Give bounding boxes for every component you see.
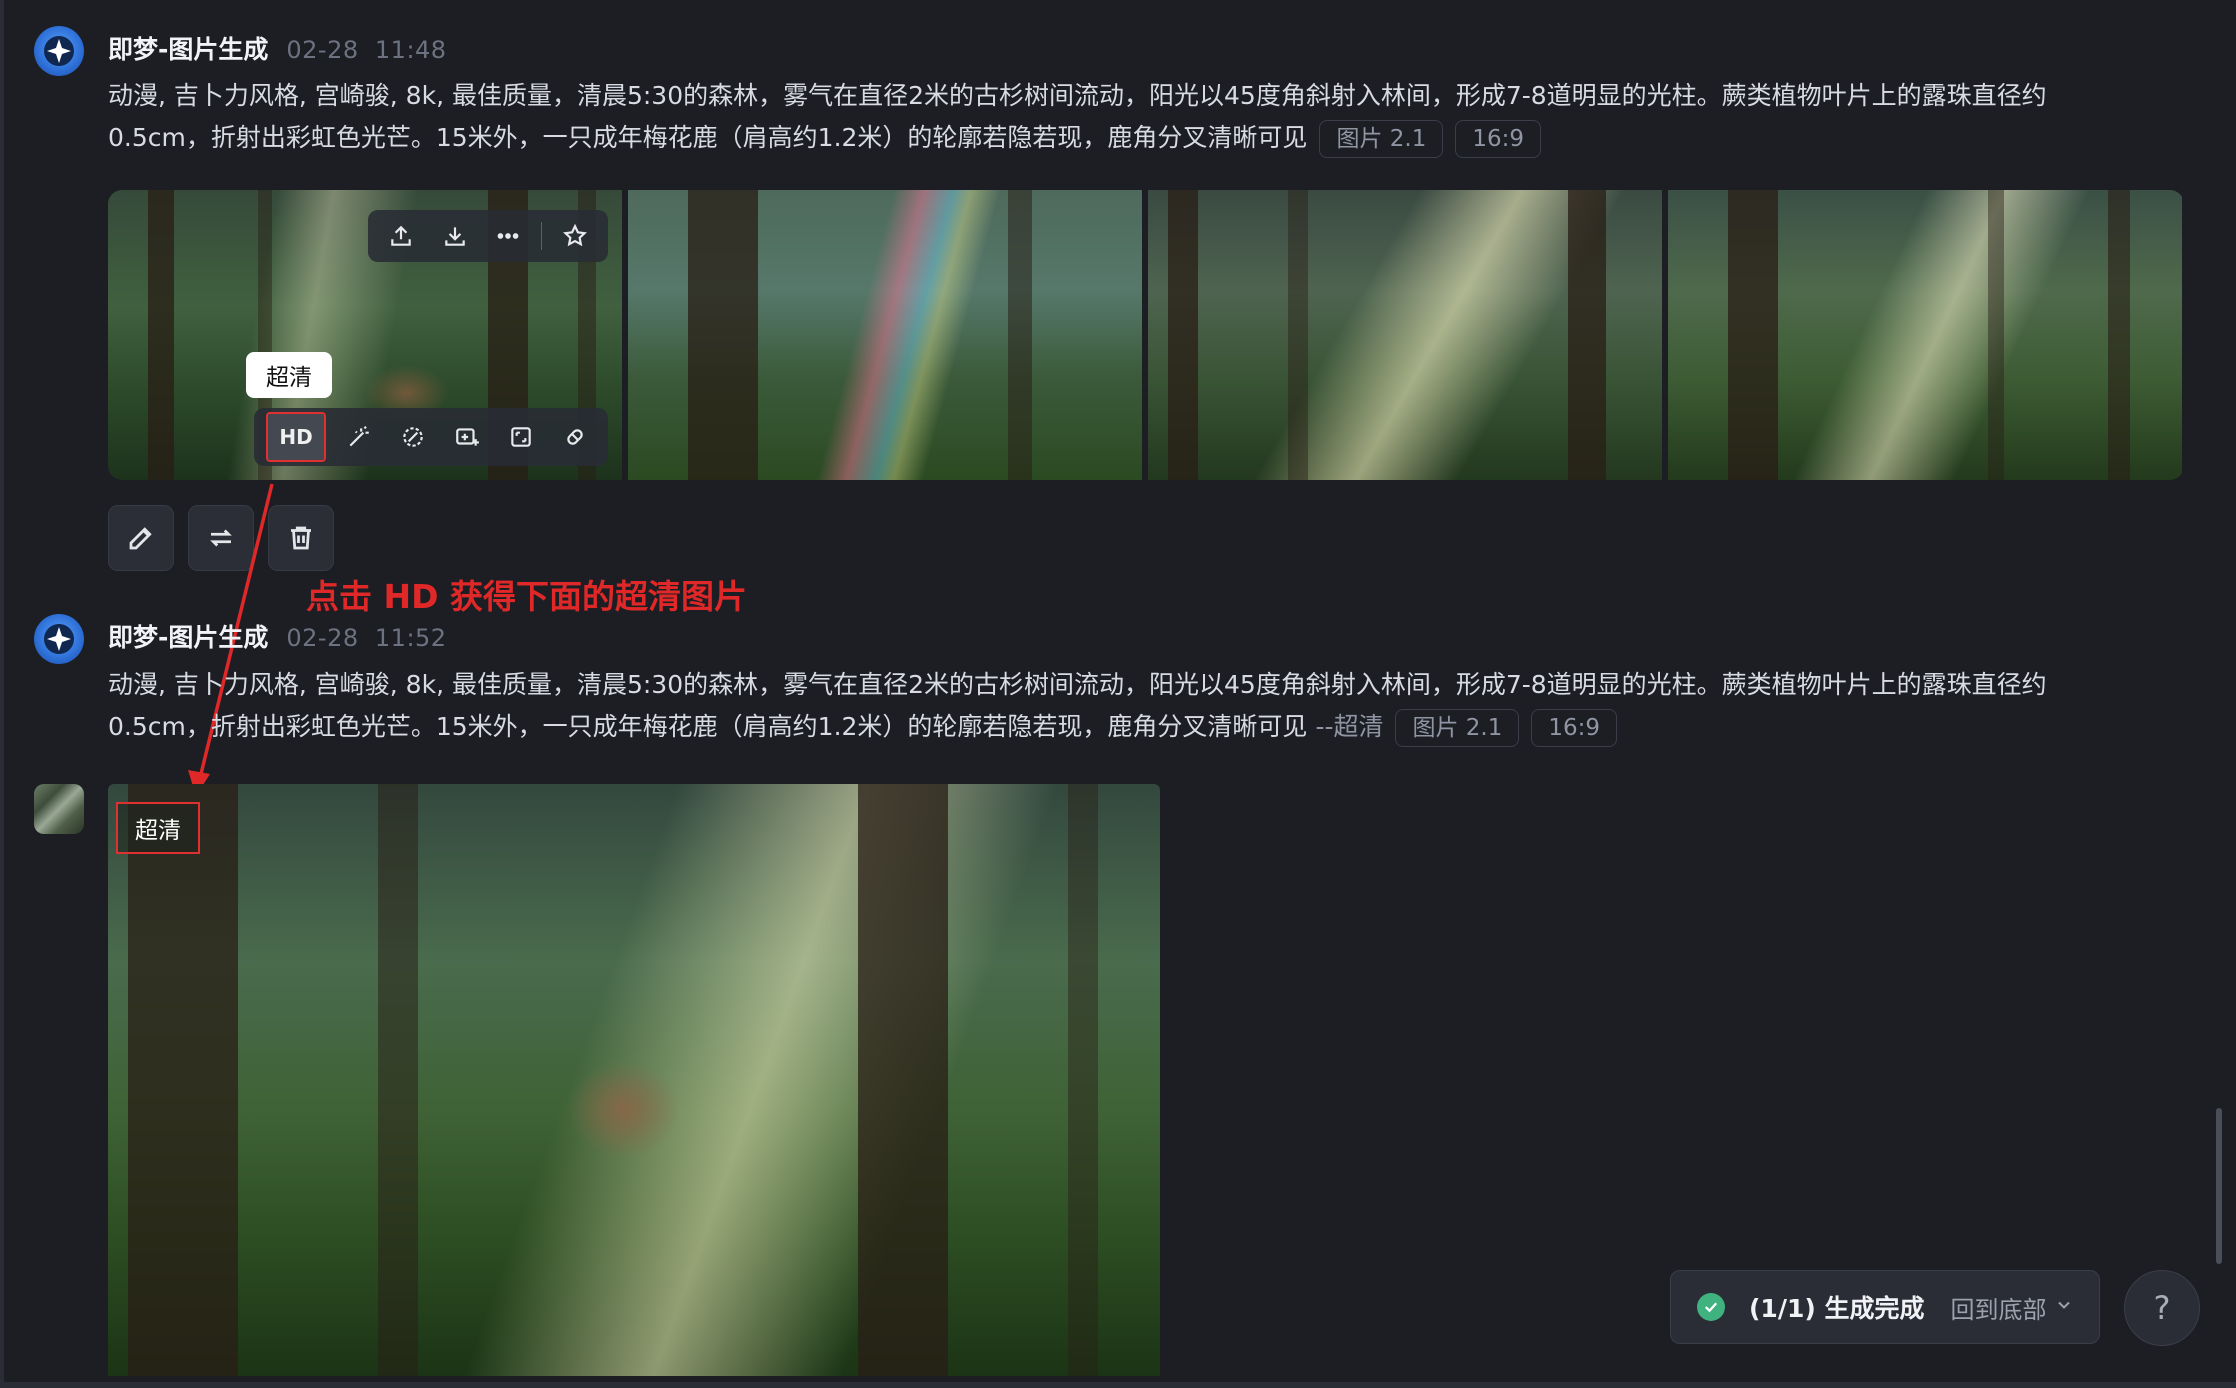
annotation-text: 点击 HD 获得下面的超清图片 [306,577,747,616]
generation-status-bar: (1/1) 生成完成 回到底部 [1670,1270,2100,1344]
status-text: (1/1) 生成完成 [1749,1294,1925,1323]
message-date: 02-28 [286,624,359,652]
prompt-suffix: --超清 [1315,712,1384,741]
message-timestamp: 02-28 11:52 [286,624,446,652]
back-to-bottom-link[interactable]: 回到底部 [1950,1290,2046,1325]
ratio-chip[interactable]: 16:9 [1531,709,1618,747]
prompt-body: 动漫, 吉卜力风格, 宫崎骏, 8k, 最佳质量，清晨5:30的森林，雾气在直径… [108,670,2047,741]
image-thumbnail-avatar [34,784,84,834]
chevron-down-icon[interactable] [2054,1295,2074,1319]
help-button[interactable]: ? [2124,1270,2200,1346]
scrollbar[interactable] [2216,1108,2222,1264]
sparkle-icon [44,624,74,654]
bot-avatar [34,614,84,664]
check-icon [1697,1293,1725,1321]
prompt-text: 动漫, 吉卜力风格, 宫崎骏, 8k, 最佳质量，清晨5:30的森林，雾气在直径… [108,664,2128,748]
hd-label: 超清 [116,802,200,854]
message-header: 即梦-图片生成 02-28 11:52 [108,618,447,654]
hd-result-image[interactable] [108,784,1160,1376]
message-time: 11:52 [374,624,447,652]
sender-name: 即梦-图片生成 [108,623,269,652]
model-chip[interactable]: 图片 2.1 [1395,709,1520,747]
